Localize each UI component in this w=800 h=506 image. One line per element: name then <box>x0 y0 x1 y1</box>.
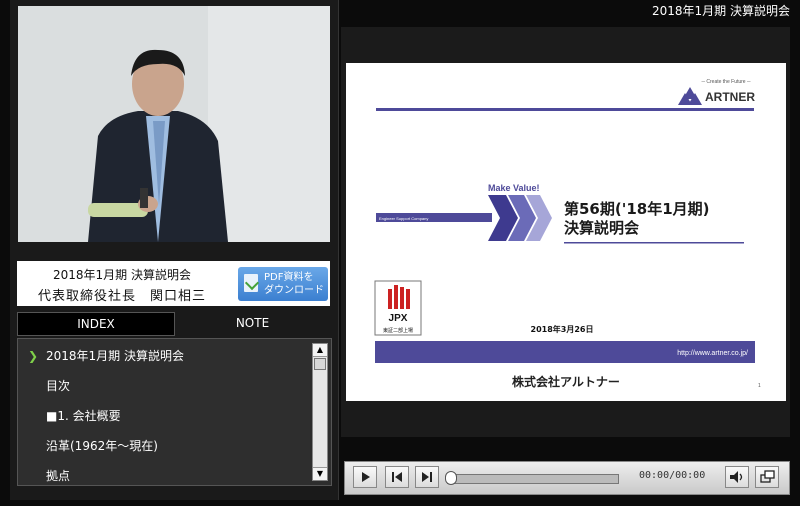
slide-page-number: 1 <box>758 383 761 389</box>
video-player[interactable] <box>18 6 330 242</box>
slide-date: 2018年3月26日 <box>531 324 594 334</box>
chevron-right-icon: ❯ <box>28 349 39 363</box>
window-toggle-button[interactable] <box>755 466 779 488</box>
play-icon <box>362 472 370 482</box>
logo-text: ARTNER <box>705 90 755 104</box>
pdf-download-button[interactable]: PDF資料を ダウンロード <box>238 267 328 301</box>
slide-heading-1: 第56期('18年1月期) <box>564 200 710 218</box>
list-item[interactable]: ■1. 会社概要 <box>18 401 314 431</box>
index-scrollbar[interactable]: ▲ ▼ <box>312 343 328 481</box>
pdf-button-line2: ダウンロード <box>264 285 324 296</box>
tab-bar: INDEX NOTE <box>17 312 330 336</box>
tab-note[interactable]: NOTE <box>175 312 330 334</box>
skip-forward-icon <box>422 472 432 482</box>
company-tag: Engineer Support Company <box>379 216 428 221</box>
presenter-video-frame <box>18 6 330 242</box>
pdf-document-icon <box>244 274 258 292</box>
jpx-label: JPX <box>389 313 408 324</box>
list-item[interactable]: 目次 <box>18 371 314 401</box>
seek-bar[interactable] <box>447 474 619 484</box>
list-item-label: 沿革(1962年～現在) <box>46 439 158 453</box>
slide-heading-2: 決算説明会 <box>564 219 639 237</box>
play-button[interactable] <box>353 466 377 488</box>
list-item[interactable]: 拠点 <box>18 461 314 485</box>
list-item[interactable]: 沿革(1962年～現在) <box>18 431 314 461</box>
list-item-label: 拠点 <box>46 469 71 483</box>
seek-handle[interactable] <box>445 471 457 485</box>
speaker-icon <box>730 471 743 483</box>
list-item-label: ■1. 会社概要 <box>46 409 121 423</box>
logo-tagline: ─ Create the Future ─ <box>700 79 751 85</box>
scroll-thumb[interactable] <box>314 358 326 370</box>
player-controls: 00:00/00:00 <box>344 461 790 495</box>
scroll-down-icon[interactable]: ▼ <box>313 467 327 480</box>
slide-canvas: ─ Create the Future ─ ARTNER Make Value!… <box>346 63 786 401</box>
window-title: 2018年1月期 決算説明会 <box>652 4 790 18</box>
make-value-text: Make Value! <box>488 183 540 193</box>
list-item-label: 2018年1月期 決算説明会 <box>46 349 184 363</box>
list-item[interactable]: ❯ 2018年1月期 決算説明会 <box>18 341 314 371</box>
slide: ─ Create the Future ─ ARTNER Make Value!… <box>346 63 786 401</box>
jpx-sub: 東証二部上場 <box>383 327 413 334</box>
list-item-label: 目次 <box>46 379 71 393</box>
previous-button[interactable] <box>385 466 409 488</box>
event-title: 2018年1月期 決算説明会 <box>53 268 191 282</box>
popout-window-icon <box>760 470 775 483</box>
next-button[interactable] <box>415 466 439 488</box>
presenter-name: 代表取締役社長 関口相三 <box>37 289 206 304</box>
scroll-up-icon[interactable]: ▲ <box>313 344 327 357</box>
volume-button[interactable] <box>725 466 749 488</box>
index-list: ❯ 2018年1月期 決算説明会 目次 ■1. 会社概要 沿革(1962年～現在… <box>17 338 332 486</box>
slide-company: 株式会社アルトナー <box>512 374 620 389</box>
skip-back-icon <box>392 472 402 482</box>
slide-url: http://www.artner.co.jp/ <box>677 350 748 357</box>
time-display: 00:00/00:00 <box>639 470 706 481</box>
pdf-button-line1: PDF資料を <box>264 272 314 283</box>
tab-index[interactable]: INDEX <box>17 312 175 336</box>
